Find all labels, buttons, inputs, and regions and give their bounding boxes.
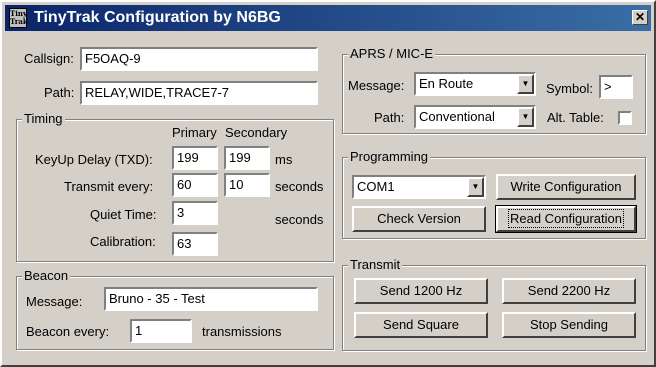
- callsign-label: Callsign:: [24, 51, 74, 66]
- chevron-down-icon[interactable]: ▼: [467, 177, 484, 197]
- close-button[interactable]: ✕: [632, 10, 648, 25]
- transmit-secondary-input[interactable]: 10: [224, 173, 270, 197]
- beacon-every-label: Beacon every:: [26, 324, 110, 339]
- calibration-input[interactable]: 63: [172, 232, 218, 256]
- aprs-path-value: Conventional: [419, 109, 495, 124]
- transmit-primary-input[interactable]: 60: [172, 173, 218, 197]
- send-1200hz-label: Send 1200 Hz: [379, 283, 463, 298]
- send-2200hz-label: Send 2200 Hz: [527, 283, 611, 298]
- aprs-message-dropdown[interactable]: En Route ▼: [414, 72, 536, 96]
- transmit-every-label: Transmit every:: [64, 179, 154, 194]
- programming-group-title: Programming: [348, 149, 431, 164]
- aprs-path-dropdown[interactable]: Conventional ▼: [414, 105, 536, 129]
- transmit-unit-label: seconds: [275, 179, 324, 194]
- transmit-group-title: Transmit: [348, 257, 403, 272]
- aprs-mice-group-title: APRS / MIC-E: [348, 46, 436, 61]
- keyup-primary-input[interactable]: 199: [172, 146, 218, 170]
- check-version-label: Check Version: [377, 211, 461, 226]
- send-square-button[interactable]: Send Square: [354, 312, 488, 338]
- alt-table-label: Alt. Table:: [547, 110, 604, 125]
- stop-sending-button[interactable]: Stop Sending: [502, 312, 636, 338]
- beacon-every-input[interactable]: 1: [130, 319, 192, 343]
- beacon-message-label: Message:: [26, 294, 83, 309]
- chevron-down-icon[interactable]: ▼: [517, 107, 534, 127]
- window-title: TinyTrak Configuration by N6BG: [34, 9, 281, 26]
- symbol-label: Symbol:: [546, 81, 593, 96]
- write-configuration-button[interactable]: Write Configuration: [496, 174, 636, 200]
- timing-group-title: Timing: [22, 111, 65, 126]
- send-2200hz-button[interactable]: Send 2200 Hz: [502, 278, 636, 304]
- app-icon: Tiny Trak: [9, 8, 28, 28]
- quiet-unit-label: seconds: [275, 212, 324, 227]
- calibration-label: Calibration:: [90, 234, 156, 249]
- keyup-unit-label: ms: [275, 152, 293, 167]
- write-configuration-label: Write Configuration: [510, 179, 622, 194]
- close-icon: ✕: [634, 10, 646, 24]
- path-label: Path:: [44, 85, 75, 100]
- send-1200hz-button[interactable]: Send 1200 Hz: [354, 278, 488, 304]
- check-version-button[interactable]: Check Version: [352, 206, 486, 232]
- keyup-secondary-input[interactable]: 199: [224, 146, 270, 170]
- read-configuration-label: Read Configuration: [507, 209, 625, 228]
- quiet-time-input[interactable]: 3: [172, 201, 218, 225]
- alt-table-checkbox[interactable]: [618, 111, 632, 125]
- quiet-time-label: Quiet Time:: [90, 207, 157, 222]
- send-square-label: Send Square: [383, 317, 459, 332]
- aprs-message-label: Message:: [348, 78, 405, 93]
- secondary-header: Secondary: [225, 125, 288, 140]
- aprs-path-label: Path:: [374, 110, 405, 125]
- primary-header: Primary: [172, 125, 217, 140]
- read-configuration-button[interactable]: Read Configuration: [495, 205, 637, 233]
- config-window: Tiny Trak TinyTrak Configuration by N6BG…: [0, 0, 656, 367]
- path-input[interactable]: RELAY,WIDE,TRACE7-7: [80, 81, 318, 105]
- stop-sending-label: Stop Sending: [529, 317, 609, 332]
- callsign-input[interactable]: F5OAQ-9: [80, 47, 318, 71]
- beacon-unit-label: transmissions: [202, 324, 282, 339]
- beacon-group-title: Beacon: [22, 268, 71, 283]
- title-bar[interactable]: Tiny Trak TinyTrak Configuration by N6BG…: [5, 5, 651, 31]
- com-port-value: COM1: [357, 179, 395, 194]
- symbol-input[interactable]: >: [599, 75, 633, 99]
- beacon-message-input[interactable]: Bruno - 35 - Test: [104, 287, 318, 311]
- aprs-message-value: En Route: [419, 76, 474, 91]
- keyup-delay-label: KeyUp Delay (TXD):: [35, 152, 153, 167]
- chevron-down-icon[interactable]: ▼: [517, 74, 534, 94]
- com-port-dropdown[interactable]: COM1 ▼: [352, 175, 486, 199]
